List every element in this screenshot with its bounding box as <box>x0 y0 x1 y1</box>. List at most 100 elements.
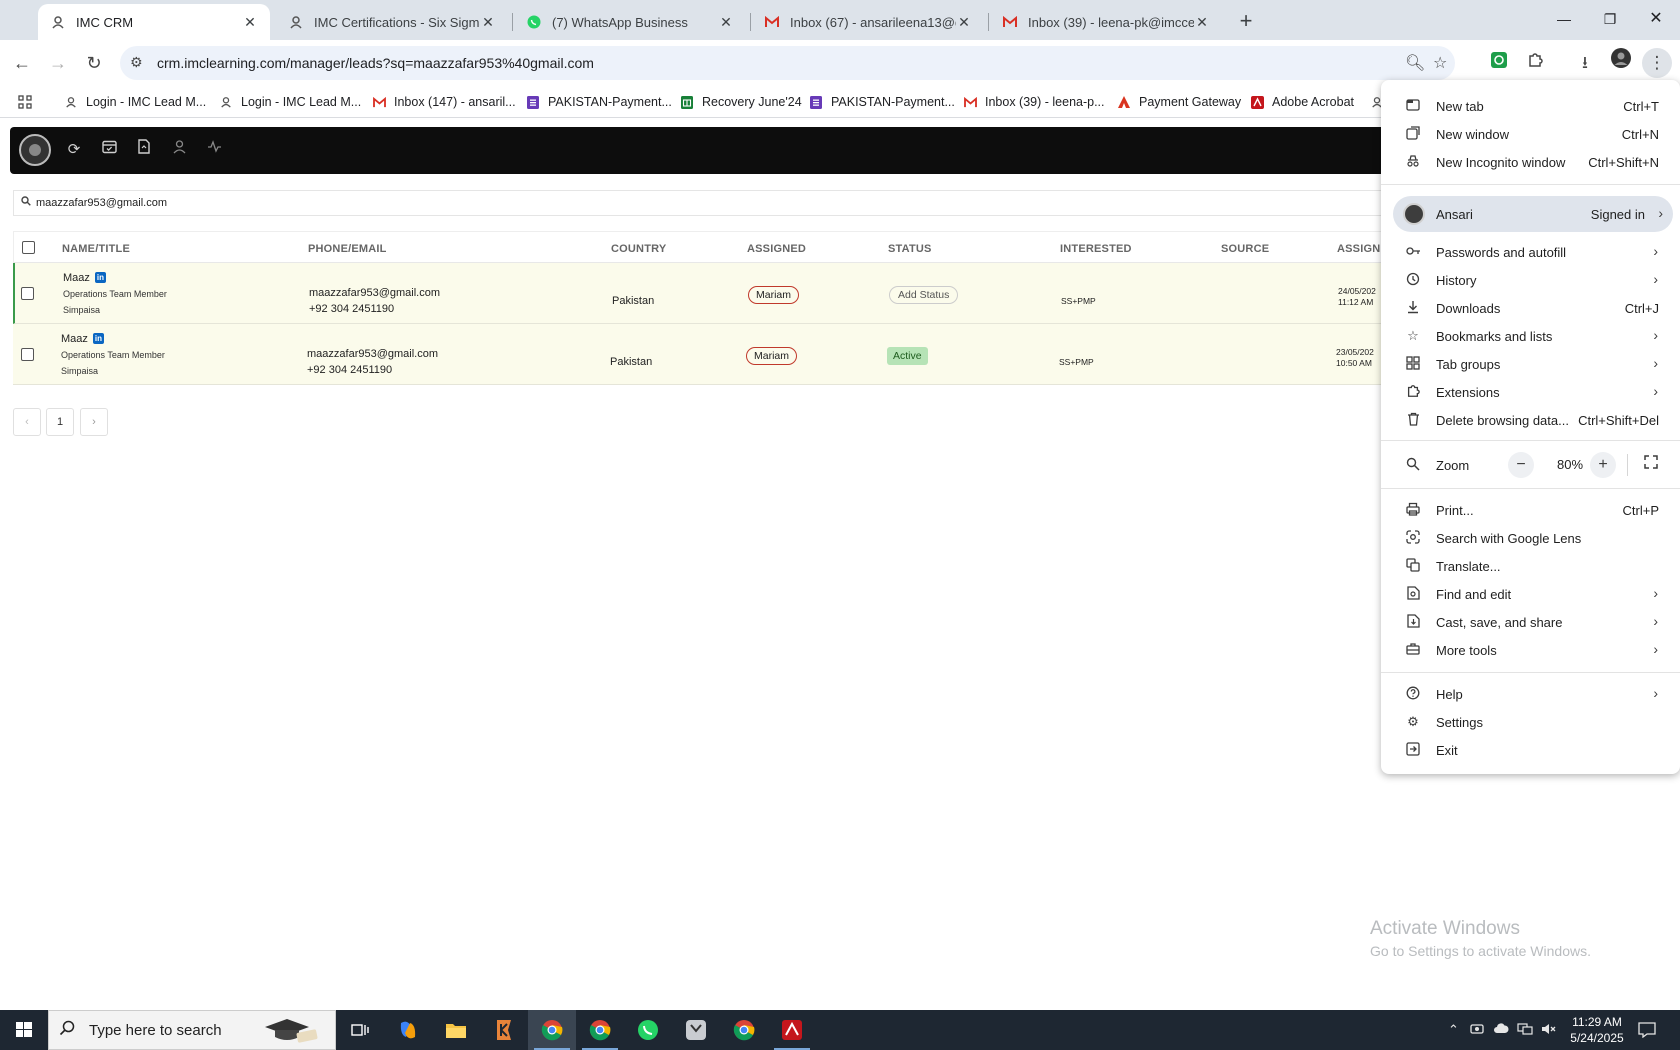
bookmark-login-imc-1[interactable]: Login - IMC Lead M... <box>64 92 206 112</box>
lead-name[interactable]: Maaz in <box>63 272 106 284</box>
address-bar[interactable]: ⚙ crm.imclearning.com/manager/leads?sq=m… <box>120 46 1455 80</box>
close-icon[interactable]: ✕ <box>1194 14 1210 31</box>
lead-name-text[interactable]: Maaz <box>61 333 88 345</box>
tray-meet-icon[interactable] <box>1470 1022 1484 1039</box>
forward-arrow-icon[interactable]: → <box>44 49 72 77</box>
menu-passwords-autofill[interactable]: Passwords and autofill › <box>1381 238 1680 266</box>
menu-print[interactable]: Print... Ctrl+P <box>1381 496 1680 524</box>
tray-chevron-up-icon[interactable]: ⌃ <box>1448 1022 1459 1038</box>
bookmark-recovery-june[interactable]: Recovery June'24 <box>680 92 802 112</box>
task-view-icon[interactable] <box>336 1010 384 1050</box>
network-icon[interactable] <box>1517 1022 1533 1039</box>
fullscreen-icon[interactable] <box>1644 455 1658 473</box>
column-header-phone-email[interactable]: PHONE/EMAIL <box>308 243 387 255</box>
document-icon[interactable] <box>133 139 155 161</box>
lead-phone[interactable]: +92 304 2451190 <box>307 364 392 376</box>
acrobat-taskbar-icon[interactable] <box>768 1010 816 1050</box>
menu-find-edit[interactable]: Find and edit › <box>1381 580 1680 608</box>
lead-email[interactable]: maazzafar953@gmail.com <box>307 348 438 360</box>
extension-green-icon[interactable] <box>1484 48 1514 78</box>
new-tab-plus-icon[interactable]: + <box>1232 8 1260 36</box>
close-icon[interactable]: ✕ <box>956 14 972 31</box>
add-status-button[interactable]: Add Status <box>889 286 959 304</box>
app-k-icon[interactable] <box>480 1010 528 1050</box>
lead-name-text[interactable]: Maaz <box>63 272 90 284</box>
menu-delete-browsing-data[interactable]: Delete browsing data... Ctrl+Shift+Del <box>1381 406 1680 434</box>
status-badge[interactable]: Active <box>887 347 928 365</box>
close-icon[interactable]: ✕ <box>480 14 496 31</box>
menu-profile-ansari[interactable]: Ansari Signed in › <box>1393 196 1673 232</box>
bookmark-inbox-39[interactable]: Inbox (39) - leena-p... <box>963 92 1105 112</box>
user-icon[interactable] <box>168 139 190 161</box>
menu-google-lens[interactable]: Search with Google Lens <box>1381 524 1680 552</box>
tab-whatsapp[interactable]: (7) WhatsApp Business ✕ <box>514 4 746 40</box>
row-checkbox[interactable] <box>21 287 34 300</box>
downloads-icon[interactable]: ⭳ <box>1570 48 1600 78</box>
zoom-magnifier-icon[interactable]: 🔍︎ <box>1405 53 1425 73</box>
menu-extensions[interactable]: Extensions › <box>1381 378 1680 406</box>
column-header-interested[interactable]: INTERESTED <box>1060 243 1132 255</box>
bookmark-login-imc-2[interactable]: Login - IMC Lead M... <box>219 92 361 112</box>
leads-search-input[interactable]: maazzafar953@gmail.com <box>13 190 1413 216</box>
apps-grid-icon[interactable] <box>18 92 32 112</box>
chrome-taskbar-icon-2[interactable] <box>576 1010 624 1050</box>
menu-new-window[interactable]: New window Ctrl+N <box>1381 120 1680 148</box>
tab-gmail-inbox-67[interactable]: Inbox (67) - ansarileena13@gm ✕ <box>752 4 984 40</box>
restore-icon[interactable]: ❐ <box>1587 0 1633 40</box>
menu-more-tools[interactable]: More tools › <box>1381 636 1680 664</box>
activity-icon[interactable] <box>203 139 225 161</box>
refresh-icon[interactable]: ⟳ <box>63 139 85 161</box>
menu-history[interactable]: History › <box>1381 266 1680 294</box>
menu-bookmarks-lists[interactable]: ☆ Bookmarks and lists › <box>1381 322 1680 350</box>
copilot-icon[interactable] <box>384 1010 432 1050</box>
menu-new-incognito[interactable]: New Incognito window Ctrl+Shift+N <box>1381 148 1680 176</box>
column-header-name[interactable]: NAME/TITLE <box>62 243 130 255</box>
bookmark-inbox-147[interactable]: Inbox (147) - ansaril... <box>372 92 516 112</box>
chrome-taskbar-icon-1[interactable] <box>528 1010 576 1050</box>
bookmark-pakistan-payment-1[interactable]: PAKISTAN-Payment... <box>526 92 672 112</box>
minimize-icon[interactable]: — <box>1541 0 1587 40</box>
window-close-icon[interactable]: ✕ <box>1633 0 1679 40</box>
clock-app-icon[interactable] <box>672 1010 720 1050</box>
whatsapp-taskbar-icon[interactable] <box>624 1010 672 1050</box>
pagination-page-1[interactable]: 1 <box>46 408 74 436</box>
select-all-checkbox[interactable] <box>22 241 35 254</box>
lead-email[interactable]: maazzafar953@gmail.com <box>309 287 440 299</box>
row-checkbox[interactable] <box>21 348 34 361</box>
assigned-badge[interactable]: Mariam <box>746 347 798 365</box>
pagination-prev-button[interactable]: ‹ <box>13 408 41 436</box>
table-row[interactable]: Maaz in Operations Team Member Simpaisa m… <box>13 324 1413 385</box>
lead-name[interactable]: Maaz in <box>61 333 104 345</box>
taskbar-search-box[interactable]: Type here to search <box>48 1010 336 1050</box>
bookmark-adobe-acrobat[interactable]: Adobe Acrobat <box>1250 92 1354 112</box>
tab-imc-crm[interactable]: IMC CRM ✕ <box>38 4 270 40</box>
menu-downloads[interactable]: Downloads Ctrl+J <box>1381 294 1680 322</box>
bookmark-payment-gateway[interactable]: Payment Gateway <box>1117 92 1241 112</box>
url-text[interactable]: crm.imclearning.com/manager/leads?sq=maa… <box>157 55 594 71</box>
menu-exit[interactable]: Exit <box>1381 736 1680 764</box>
calendar-icon[interactable] <box>98 139 120 161</box>
linkedin-icon[interactable]: in <box>94 272 106 283</box>
kebab-menu-icon[interactable]: ⋮ <box>1642 48 1672 78</box>
volume-muted-icon[interactable] <box>1541 1022 1557 1039</box>
onedrive-cloud-icon[interactable] <box>1493 1022 1509 1037</box>
menu-cast-save-share[interactable]: Cast, save, and share › <box>1381 608 1680 636</box>
tab-imc-certifications[interactable]: IMC Certifications - Six Sigma C ✕ <box>276 4 508 40</box>
bookmark-star-icon[interactable]: ☆ <box>1433 53 1447 73</box>
profile-avatar-icon[interactable] <box>1606 48 1636 78</box>
column-header-country[interactable]: COUNTRY <box>611 243 666 255</box>
pagination-next-button[interactable]: › <box>80 408 108 436</box>
site-info-icon[interactable]: ⚙ <box>130 54 143 71</box>
column-header-assigned[interactable]: ASSIGNED <box>747 243 806 255</box>
close-icon[interactable]: ✕ <box>718 14 734 31</box>
bookmark-pakistan-payment-2[interactable]: PAKISTAN-Payment... <box>809 92 955 112</box>
imc-logo[interactable] <box>19 134 51 166</box>
column-header-status[interactable]: STATUS <box>888 243 932 255</box>
menu-tab-groups[interactable]: Tab groups › <box>1381 350 1680 378</box>
zoom-in-button[interactable]: + <box>1590 452 1616 478</box>
reload-icon[interactable]: ↻ <box>80 49 108 77</box>
menu-new-tab[interactable]: New tab Ctrl+T <box>1381 92 1680 120</box>
table-row[interactable]: Maaz in Operations Team Member Simpaisa m… <box>13 263 1413 324</box>
back-arrow-icon[interactable]: ← <box>8 49 36 77</box>
menu-settings[interactable]: ⚙ Settings <box>1381 708 1680 736</box>
